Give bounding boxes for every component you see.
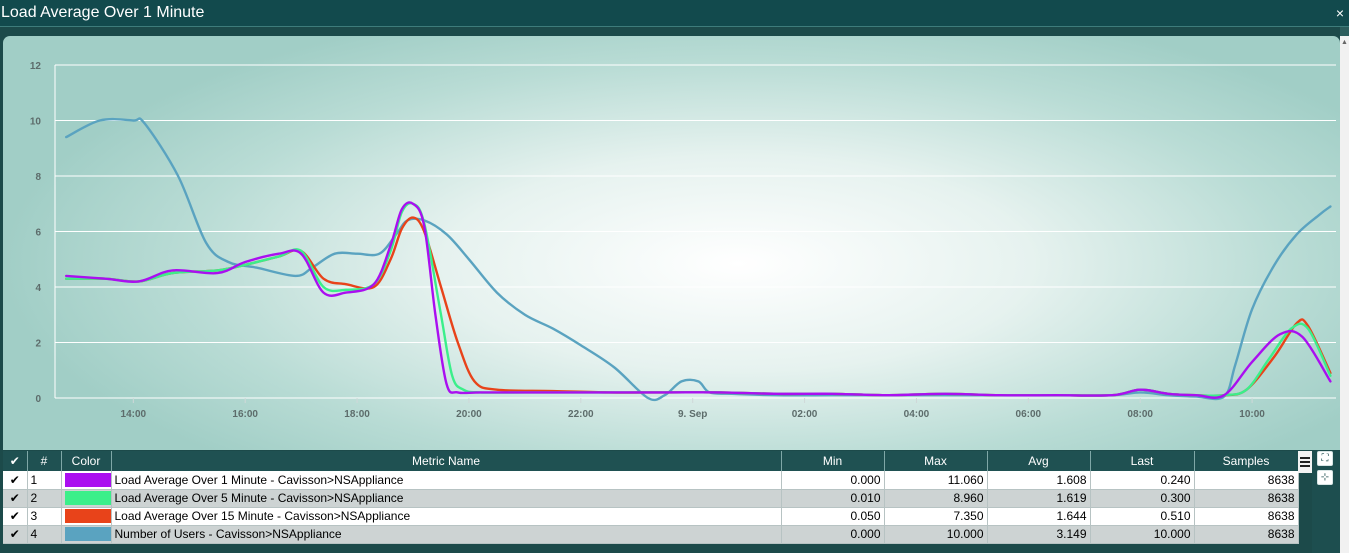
y-tick-label: 2 xyxy=(35,339,41,350)
row-metric-name: Load Average Over 5 Minute - Cavisson>NS… xyxy=(111,489,782,508)
y-tick-label: 10 xyxy=(30,117,42,128)
row-samples: 8638 xyxy=(1194,507,1299,526)
col-header-last[interactable]: Last xyxy=(1090,451,1195,471)
x-tick-label: 08:00 xyxy=(1127,409,1153,420)
expand-icon[interactable]: ⛶ xyxy=(1317,451,1333,466)
y-tick-label: 6 xyxy=(35,228,41,239)
row-min: 0.000 xyxy=(781,525,885,544)
table-row[interactable]: ✔ 4 Number of Users - Cavisson>NSApplian… xyxy=(3,525,1299,544)
row-avg: 1.619 xyxy=(987,489,1091,508)
chart-axes: 0 2 4 6 8 10 12 14:00 16:00 18:00 20:00 22:00 9. Sep… xyxy=(30,61,1265,420)
table-row[interactable]: ✔ 3 Load Average Over 15 Minute - Caviss… xyxy=(3,507,1299,526)
vertical-scrollbar[interactable]: ▲ xyxy=(1340,36,1349,553)
x-tick-label: 9. Sep xyxy=(678,409,707,420)
title-bar: Load Average Over 1 Minute × xyxy=(0,0,1349,27)
color-swatch[interactable] xyxy=(64,472,110,487)
x-tick-label: 02:00 xyxy=(792,409,818,420)
row-metric-name: Load Average Over 1 Minute - Cavisson>NS… xyxy=(111,471,782,490)
row-checkbox[interactable]: ✔ xyxy=(3,525,28,544)
col-header-samples[interactable]: Samples xyxy=(1194,451,1299,471)
y-tick-label: 12 xyxy=(30,61,42,72)
select-all-checkbox[interactable]: ✔ xyxy=(3,451,28,471)
row-index: 2 xyxy=(27,489,62,508)
metrics-table: ✔ # Color Metric Name Min Max Avg Last S… xyxy=(3,451,1299,544)
row-min: 0.000 xyxy=(781,471,885,490)
row-min: 0.010 xyxy=(781,489,885,508)
row-max: 8.960 xyxy=(884,489,988,508)
scroll-up-icon[interactable]: ▲ xyxy=(1340,38,1349,48)
row-avg: 1.608 xyxy=(987,471,1091,490)
row-min: 0.050 xyxy=(781,507,885,526)
row-samples: 8638 xyxy=(1194,471,1299,490)
series-line[interactable] xyxy=(65,216,1332,397)
row-last: 10.000 xyxy=(1090,525,1195,544)
col-header-metric-name[interactable]: Metric Name xyxy=(111,451,782,471)
row-max: 7.350 xyxy=(884,507,988,526)
row-last: 0.240 xyxy=(1090,471,1195,490)
table-menu-button[interactable] xyxy=(1298,451,1312,473)
row-metric-name: Number of Users - Cavisson>NSAppliance xyxy=(111,525,782,544)
color-swatch[interactable] xyxy=(64,509,110,523)
row-color-cell[interactable] xyxy=(61,507,112,526)
x-tick-label: 06:00 xyxy=(1016,409,1042,420)
col-header-color[interactable]: Color xyxy=(61,451,112,471)
table-header-row: ✔ # Color Metric Name Min Max Avg Last S… xyxy=(3,451,1299,471)
col-header-max[interactable]: Max xyxy=(884,451,988,471)
row-samples: 8638 xyxy=(1194,525,1299,544)
row-index: 4 xyxy=(27,525,62,544)
x-tick-label: 16:00 xyxy=(232,409,258,420)
x-tick-label: 22:00 xyxy=(568,409,594,420)
row-last: 0.510 xyxy=(1090,507,1195,526)
hamburger-menu-icon[interactable] xyxy=(1300,457,1310,467)
x-tick-label: 18:00 xyxy=(344,409,370,420)
x-tick-label: 10:00 xyxy=(1239,409,1265,420)
row-metric-name: Load Average Over 15 Minute - Cavisson>N… xyxy=(111,507,782,526)
y-tick-label: 0 xyxy=(35,394,41,405)
row-index: 1 xyxy=(27,471,62,490)
line-chart: 0 2 4 6 8 10 12 14:00 16:00 18:00 20:00 22:00 9. Sep… xyxy=(30,61,1336,420)
color-swatch[interactable] xyxy=(64,527,110,541)
row-max: 10.000 xyxy=(884,525,988,544)
chart-area: 0 2 4 6 8 10 12 14:00 16:00 18:00 20:00 22:00 9. Sep… xyxy=(3,36,1340,450)
side-toolbar: ⛶ ⊹ xyxy=(1312,451,1340,553)
row-checkbox[interactable]: ✔ xyxy=(3,471,28,490)
table-row[interactable]: ✔ 1 Load Average Over 1 Minute - Cavisso… xyxy=(3,471,1299,490)
row-last: 0.300 xyxy=(1090,489,1195,508)
close-icon[interactable]: × xyxy=(1334,0,1346,26)
y-tick-label: 4 xyxy=(35,283,41,294)
chart-series xyxy=(65,117,1332,402)
col-header-min[interactable]: Min xyxy=(781,451,885,471)
x-tick-label: 20:00 xyxy=(456,409,482,420)
row-index: 3 xyxy=(27,507,62,526)
color-swatch[interactable] xyxy=(64,491,110,505)
col-header-index[interactable]: # xyxy=(27,451,62,471)
window-title: Load Average Over 1 Minute xyxy=(1,4,205,21)
row-avg: 3.149 xyxy=(987,525,1091,544)
row-color-cell[interactable] xyxy=(61,525,112,544)
series-line[interactable] xyxy=(65,201,1332,397)
x-tick-label: 04:00 xyxy=(904,409,930,420)
table-row[interactable]: ✔ 2 Load Average Over 5 Minute - Cavisso… xyxy=(3,489,1299,508)
col-header-avg[interactable]: Avg xyxy=(987,451,1091,471)
row-color-cell[interactable] xyxy=(61,471,112,490)
y-tick-label: 8 xyxy=(35,172,41,183)
row-max: 11.060 xyxy=(884,471,988,490)
row-color-cell[interactable] xyxy=(61,489,112,508)
collapse-icon[interactable]: ⊹ xyxy=(1317,470,1333,485)
row-checkbox[interactable]: ✔ xyxy=(3,507,28,526)
row-checkbox[interactable]: ✔ xyxy=(3,489,28,508)
row-samples: 8638 xyxy=(1194,489,1299,508)
chart-grid xyxy=(54,64,1336,399)
x-tick-label: 14:00 xyxy=(121,409,147,420)
row-avg: 1.644 xyxy=(987,507,1091,526)
